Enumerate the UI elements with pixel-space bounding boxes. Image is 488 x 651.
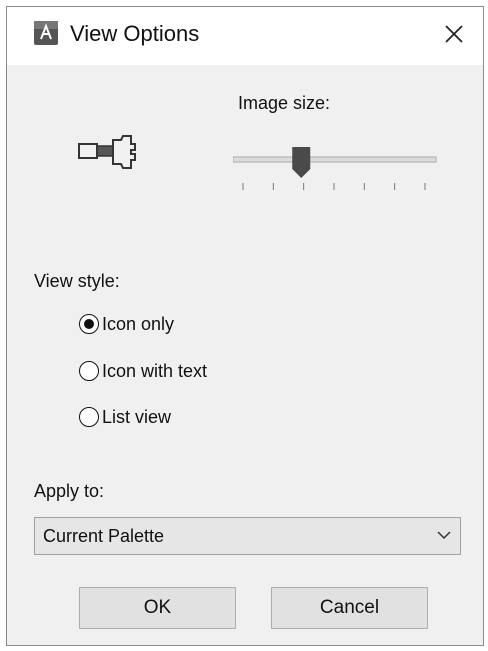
- radio-button[interactable]: [79, 314, 99, 334]
- title-bar: View Options: [7, 7, 483, 65]
- radio-selected-dot: [84, 319, 94, 329]
- apply-to-label: Apply to:: [34, 481, 105, 501]
- radio-list-view[interactable]: List view: [79, 402, 171, 432]
- chevron-down-icon[interactable]: [436, 527, 452, 543]
- radio-label: Icon only: [102, 314, 175, 334]
- radio-button[interactable]: [79, 361, 99, 381]
- shaft-preview-icon: [78, 135, 136, 169]
- dialog-title: View Options: [70, 21, 200, 46]
- dropdown-value: Current Palette: [43, 526, 165, 546]
- view-options-dialog: View Options Image size: View style: Ico…: [6, 6, 484, 646]
- close-icon: [445, 25, 463, 43]
- autocad-app-icon: [34, 21, 58, 45]
- image-size-label: Image size:: [238, 93, 331, 113]
- radio-label: Icon with text: [102, 361, 208, 381]
- slider-ticks: [242, 183, 426, 190]
- radio-icon-only[interactable]: Icon only: [79, 309, 174, 339]
- view-style-label: View style:: [34, 271, 120, 291]
- apply-to-dropdown[interactable]: Current Palette: [34, 517, 461, 555]
- slider-thumb[interactable]: [292, 147, 311, 178]
- ok-button[interactable]: OK: [79, 587, 236, 629]
- radio-label: List view: [102, 407, 172, 427]
- radio-button[interactable]: [79, 407, 99, 427]
- cancel-button[interactable]: Cancel: [271, 587, 428, 629]
- radio-icon-with-text[interactable]: Icon with text: [79, 356, 207, 386]
- image-size-slider[interactable]: [233, 139, 441, 199]
- close-button[interactable]: [437, 17, 471, 51]
